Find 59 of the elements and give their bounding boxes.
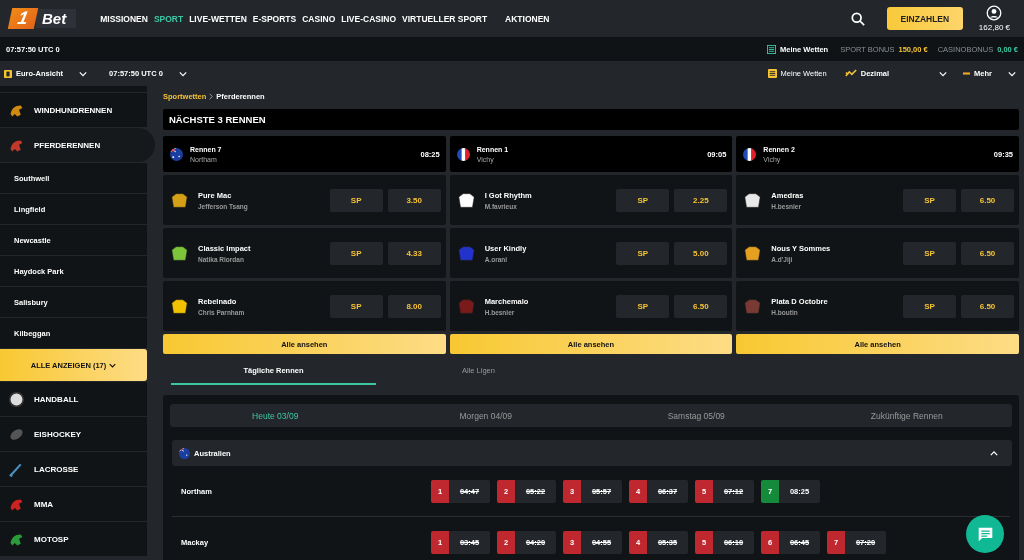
odds-button[interactable]: 3.50 <box>387 188 441 212</box>
chevron-icon <box>209 92 214 100</box>
nav-link[interactable]: MISSIONEN <box>100 13 148 24</box>
caret-icon[interactable] <box>1008 70 1016 77</box>
odds-button[interactable]: 6.50 <box>961 241 1014 265</box>
balance-text: 162,80 € <box>978 23 1010 32</box>
odds-button[interactable]: 4.33 <box>387 241 441 265</box>
odds-button[interactable]: 8.00 <box>387 294 441 318</box>
day-tab[interactable]: Samstag 05/09 <box>591 410 802 421</box>
list-icon[interactable] <box>767 69 777 78</box>
sport-menu-item[interactable]: PFERDERENNEN <box>0 128 155 162</box>
dash-icon[interactable] <box>963 72 971 75</box>
nav-link[interactable]: AKTIONEN <box>505 13 550 24</box>
odds-button[interactable]: 6.50 <box>961 188 1014 212</box>
deposit-button[interactable]: EINZAHLEN <box>886 7 963 30</box>
sport-menu-item[interactable]: WINDHUNDRENNEN <box>0 93 147 127</box>
flag-icon <box>170 147 183 161</box>
sp-button[interactable]: SP <box>903 294 956 318</box>
ball-icon <box>8 390 25 408</box>
sp-button[interactable]: SP <box>616 241 670 265</box>
day-tab[interactable]: Zukünftige Rennen <box>801 410 1012 421</box>
flag-icon <box>456 147 470 161</box>
odds-button[interactable]: 6.50 <box>674 294 728 318</box>
caret-icon <box>109 362 117 368</box>
day-tab[interactable]: Heute 03/09 <box>170 410 381 421</box>
sp-button[interactable]: SP <box>329 241 383 265</box>
odds-button[interactable]: 2.25 <box>674 188 728 212</box>
sp-button[interactable]: SP <box>616 188 670 212</box>
sport-menu-item[interactable]: MOTOSP <box>0 522 147 556</box>
caret-icon[interactable] <box>79 70 88 77</box>
search-icon[interactable] <box>850 11 865 26</box>
sp-button[interactable]: SP <box>616 294 670 318</box>
user-icon[interactable] <box>986 5 1003 21</box>
caret-icon[interactable] <box>939 70 948 77</box>
odds-button[interactable]: 6.50 <box>961 294 1014 318</box>
odds-button[interactable]: 5.00 <box>674 241 728 265</box>
sport-menu-item[interactable]: LACROSSE <box>0 452 147 486</box>
sp-button[interactable]: SP <box>903 188 956 212</box>
day-tab[interactable]: Morgen 04/09 <box>380 410 591 421</box>
nav-link[interactable]: VIRTUELLER SPORT <box>402 13 488 24</box>
nav-link[interactable]: SPORT <box>153 13 184 24</box>
nav-link[interactable]: CASINO <box>302 13 336 24</box>
flag-icon <box>743 147 757 161</box>
sport-menu-item[interactable]: HANDBALL <box>0 382 147 416</box>
flag-icon <box>179 447 190 459</box>
nav-link[interactable]: LIVE-CASINO <box>341 13 397 24</box>
sport-menu-item[interactable]: MMA <box>0 487 147 521</box>
collapse-icon[interactable] <box>990 450 998 456</box>
section-title: NÄCHSTE 3 RENNEN <box>163 109 1019 130</box>
sport-menu-item[interactable]: EISHOCKEY <box>0 417 147 451</box>
nav-link[interactable]: E-SPORTS <box>252 13 297 24</box>
list-icon[interactable] <box>766 44 776 54</box>
nav-link[interactable]: LIVE-WETTEN <box>189 13 247 24</box>
sp-button[interactable]: SP <box>329 188 383 212</box>
sp-button[interactable]: SP <box>329 294 383 318</box>
sp-button[interactable]: SP <box>903 241 956 265</box>
caret-icon[interactable] <box>178 70 187 77</box>
zigzag-icon[interactable] <box>844 69 857 78</box>
view-icon[interactable] <box>4 69 12 78</box>
